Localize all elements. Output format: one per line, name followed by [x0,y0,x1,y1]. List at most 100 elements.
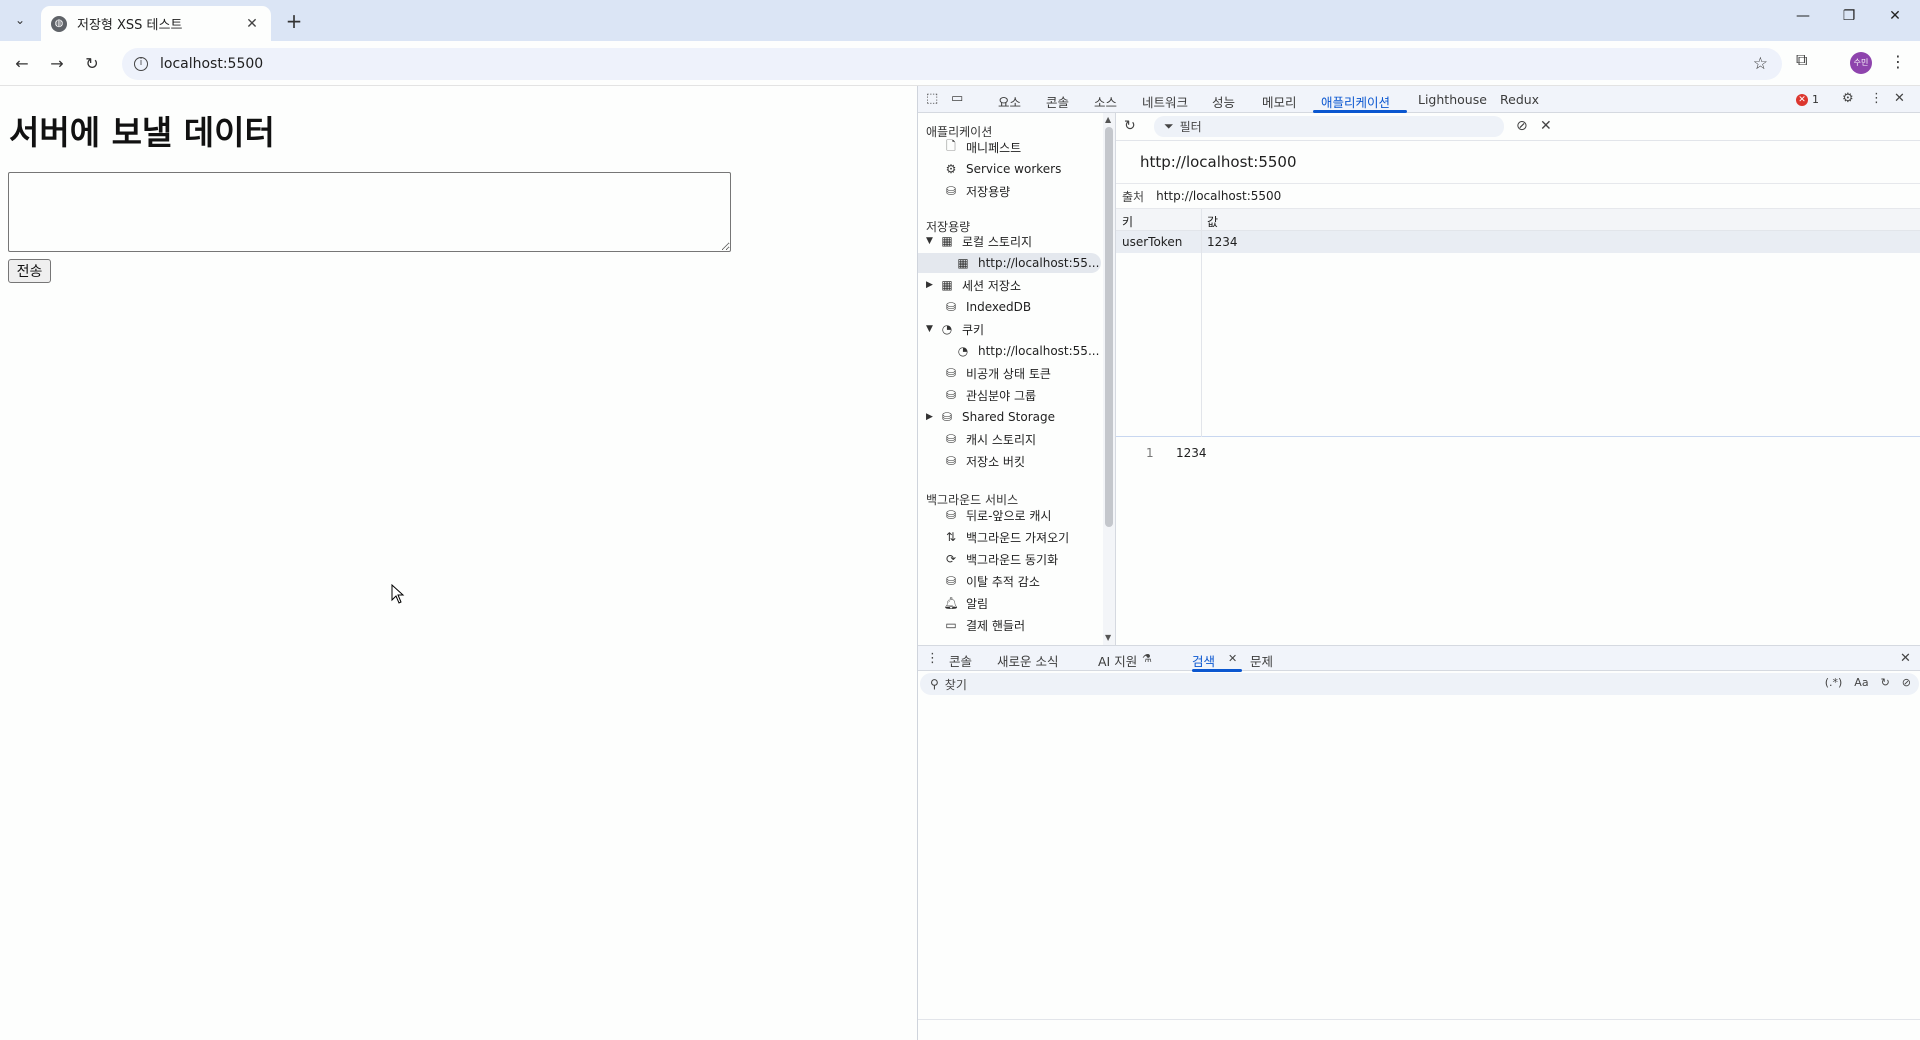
tab-console[interactable]: 콘솔 [1046,92,1069,111]
storage-toolbar: ↻ ⏷ 필터 ⊘ ✕ [1116,113,1920,141]
collapsed-arrow-icon[interactable]: ▶ [926,280,938,290]
search-results-area [918,697,1920,1040]
column-header-key[interactable]: 키 [1122,213,1133,230]
close-devtools-icon[interactable]: ✕ [1894,91,1905,106]
drawer-tab-issues[interactable]: 문제 [1250,651,1273,670]
card-icon: ▭ [945,618,957,632]
device-icon[interactable]: ▭ [951,91,963,106]
scroll-up-icon[interactable]: ▲ [1105,115,1111,124]
tab-memory[interactable]: 메모리 [1262,92,1297,111]
gear-icon[interactable]: ⚙ [1842,91,1854,106]
table-row[interactable]: userToken 1234 [1116,231,1920,253]
tree-item-cookies[interactable]: ▼ ◔ 쿠키 [926,319,984,339]
info-icon[interactable]: i [134,57,148,71]
tree-item-service-workers[interactable]: ⚙ Service workers [942,159,1062,179]
tree-item-private-state-tokens[interactable]: ⛁ 비공개 상태 토큰 [942,363,1051,383]
tree-item-background-sync[interactable]: ⟳ 백그라운드 동기화 [942,549,1058,569]
tree-item-interest-groups[interactable]: ⛁ 관심분야 그룹 [942,385,1036,405]
globe-icon: ◍ [51,15,67,32]
search-input[interactable]: ⚲ 찾기 (.*) Aa ↻ ⊘ [920,673,1919,695]
tree-item-cookies-origin[interactable]: ◔ http://localhost:55... [954,341,1100,361]
close-tab-icon[interactable]: ✕ [243,16,261,32]
drawer-tab-search[interactable]: 검색 [1192,651,1215,670]
row-value[interactable]: 1234 [1207,235,1238,249]
drawer-tab-whats-new[interactable]: 새로운 소식 [997,651,1058,670]
tree-item-local-storage[interactable]: ▼ ▦ 로컬 스토리지 [926,231,1032,251]
close-search-tab-icon[interactable]: ✕ [1228,652,1237,665]
tab-performance[interactable]: 성능 [1212,92,1235,111]
close-drawer-icon[interactable]: ✕ [1900,651,1911,666]
tab-lighthouse[interactable]: Lighthouse [1418,92,1487,107]
address-bar[interactable]: i localhost:5500 ☆ [122,48,1782,80]
divider [918,1019,1920,1020]
tab-search-button[interactable]: ⌄ [8,8,32,32]
tab-redux[interactable]: Redux [1500,92,1539,107]
send-button[interactable]: 전송 [8,259,51,283]
kebab-menu-icon[interactable]: ⋮ [1890,52,1906,71]
regex-toggle[interactable]: (.*) [1825,676,1843,689]
tree-item-shared-storage[interactable]: ▶ ⛁ Shared Storage [926,407,1055,427]
sidebar-scrollbar[interactable]: ▲ ▼ [1103,113,1115,645]
drawer-tab-ai-assistance[interactable]: AI 지원 [1098,651,1137,670]
tree-item-storage[interactable]: ⛁ 저장용량 [942,181,1010,201]
table-icon: ▦ [941,234,953,248]
close-window-icon[interactable]: ✕ [1872,8,1918,32]
database-icon: ⛁ [945,432,957,446]
error-badge[interactable]: ✕ 1 [1796,93,1819,106]
tab-sources[interactable]: 소스 [1094,92,1117,111]
devtools-panel: ⬚ ▭ 요소 콘솔 소스 네트워크 성능 메모리 애플리케이션 Lighthou… [917,86,1920,1040]
filter-icon: ⏷ [1164,119,1174,133]
tree-item-notifications[interactable]: 🔔︎ 알림 [942,593,988,613]
tree-item-payment-handler[interactable]: ▭ 결제 핸들러 [942,615,1025,635]
star-icon[interactable]: ☆ [1753,54,1768,74]
match-case-toggle[interactable]: Aa [1854,676,1868,689]
tab-application[interactable]: 애플리케이션 [1321,92,1390,111]
tab-network[interactable]: 네트워크 [1142,92,1188,111]
scroll-down-icon[interactable]: ▼ [1105,633,1111,642]
delete-selected-icon[interactable]: ✕ [1540,118,1552,134]
tree-item-storage-buckets[interactable]: ⛁ 저장소 버킷 [942,451,1025,471]
tree-item-bounce-tracking[interactable]: ⛁ 이탈 추적 감소 [942,571,1040,591]
filter-input[interactable]: ⏷ 필터 [1154,116,1504,137]
refresh-search-icon[interactable]: ↻ [1881,676,1890,689]
drawer-menu-icon[interactable]: ⋮ [926,651,939,666]
reload-icon[interactable]: ↻ [78,50,106,78]
minimize-icon[interactable]: — [1780,8,1826,32]
restore-icon[interactable]: ❐ [1826,8,1872,32]
drawer-tab-console[interactable]: 콘솔 [949,651,972,670]
tree-item-manifest[interactable]: 🗋 매니페스트 [942,137,1021,157]
browser-tab[interactable]: ◍ 저장형 XSS 테스트 ✕ [41,6,271,41]
cookie-icon: ◔ [957,344,969,358]
tree-item-session-storage[interactable]: ▶ ▦ 세션 저장소 [926,275,1021,295]
sync-icon: ⟳ [945,552,957,566]
tree-item-background-fetch[interactable]: ⇅ 백그라운드 가져오기 [942,527,1069,547]
new-tab-button[interactable]: + [282,10,306,34]
clear-search-icon[interactable]: ⊘ [1902,676,1911,689]
expanded-arrow-icon[interactable]: ▼ [926,236,938,246]
tree-item-cache-storage[interactable]: ⛁ 캐시 스토리지 [942,429,1036,449]
expanded-arrow-icon[interactable]: ▼ [926,324,938,334]
extensions-icon[interactable]: ⧉ [1796,50,1807,70]
scrollbar-thumb[interactable] [1105,127,1113,527]
avatar[interactable]: 수민 [1850,52,1872,74]
clear-all-icon[interactable]: ⊘ [1516,118,1528,134]
devtools-tabbar: ⬚ ▭ 요소 콘솔 소스 네트워크 성능 메모리 애플리케이션 Lighthou… [918,86,1920,113]
url-text[interactable]: localhost:5500 [160,56,263,72]
tree-item-local-storage-origin[interactable]: ▦ http://localhost:55... [918,253,1101,273]
row-key[interactable]: userToken [1122,235,1182,249]
tab-elements[interactable]: 요소 [998,92,1021,111]
refresh-icon[interactable]: ↻ [1124,118,1136,134]
tree-item-bfcache[interactable]: ⛁ 뒤로-앞으로 캐시 [942,505,1051,525]
collapsed-arrow-icon[interactable]: ▶ [926,412,938,422]
tab-strip: ⌄ ◍ 저장형 XSS 테스트 ✕ + — ❐ ✕ [0,0,1920,41]
column-divider[interactable] [1201,209,1202,437]
column-header-value[interactable]: 값 [1207,213,1218,230]
tree-item-indexeddb[interactable]: ⛁ IndexedDB [942,297,1031,317]
error-icon: ✕ [1796,93,1808,106]
back-arrow-icon[interactable]: ← [8,50,36,78]
data-textarea[interactable] [8,172,731,252]
forward-arrow-icon[interactable]: → [43,50,71,78]
inspect-icon[interactable]: ⬚ [926,91,938,106]
preview-line-number: 1 [1146,446,1154,460]
devtools-menu-icon[interactable]: ⋮ [1870,91,1883,106]
